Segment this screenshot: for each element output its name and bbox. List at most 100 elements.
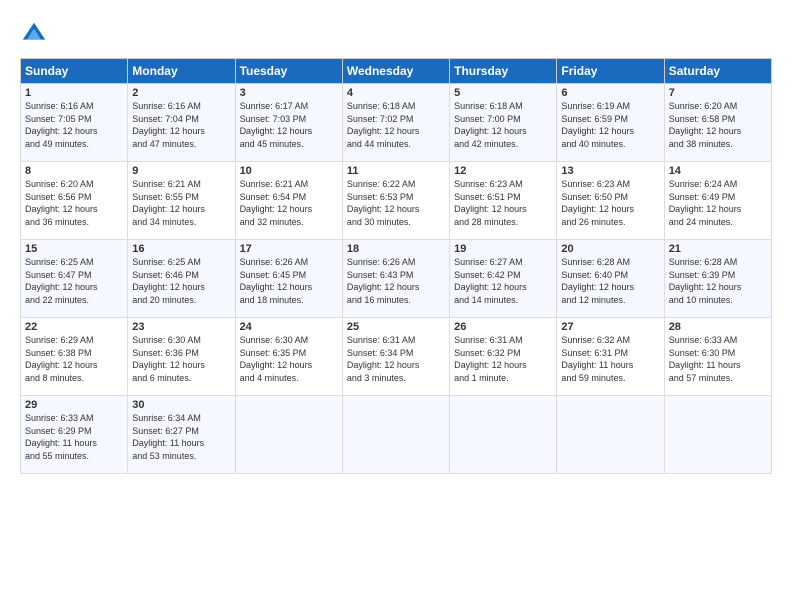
day-number: 4 xyxy=(347,87,445,99)
calendar-cell: 30Sunrise: 6:34 AM Sunset: 6:27 PM Dayli… xyxy=(128,396,235,474)
main-container: SundayMondayTuesdayWednesdayThursdayFrid… xyxy=(0,0,792,484)
day-info: Sunrise: 6:16 AM Sunset: 7:05 PM Dayligh… xyxy=(25,100,123,150)
header-row xyxy=(20,16,772,48)
calendar-cell: 10Sunrise: 6:21 AM Sunset: 6:54 PM Dayli… xyxy=(235,162,342,240)
day-number: 22 xyxy=(25,321,123,333)
day-info: Sunrise: 6:16 AM Sunset: 7:04 PM Dayligh… xyxy=(132,100,230,150)
calendar-cell: 5Sunrise: 6:18 AM Sunset: 7:00 PM Daylig… xyxy=(450,84,557,162)
day-number: 26 xyxy=(454,321,552,333)
day-number: 19 xyxy=(454,243,552,255)
calendar-cell: 25Sunrise: 6:31 AM Sunset: 6:34 PM Dayli… xyxy=(342,318,449,396)
day-header-monday: Monday xyxy=(128,59,235,84)
calendar-cell: 1Sunrise: 6:16 AM Sunset: 7:05 PM Daylig… xyxy=(21,84,128,162)
day-info: Sunrise: 6:28 AM Sunset: 6:40 PM Dayligh… xyxy=(561,256,659,306)
calendar-table: SundayMondayTuesdayWednesdayThursdayFrid… xyxy=(20,58,772,474)
day-header-tuesday: Tuesday xyxy=(235,59,342,84)
day-number: 14 xyxy=(669,165,767,177)
logo-icon xyxy=(20,20,48,48)
day-info: Sunrise: 6:21 AM Sunset: 6:55 PM Dayligh… xyxy=(132,178,230,228)
calendar-cell: 20Sunrise: 6:28 AM Sunset: 6:40 PM Dayli… xyxy=(557,240,664,318)
calendar-cell: 7Sunrise: 6:20 AM Sunset: 6:58 PM Daylig… xyxy=(664,84,771,162)
day-info: Sunrise: 6:24 AM Sunset: 6:49 PM Dayligh… xyxy=(669,178,767,228)
day-info: Sunrise: 6:33 AM Sunset: 6:29 PM Dayligh… xyxy=(25,412,123,462)
calendar-cell: 19Sunrise: 6:27 AM Sunset: 6:42 PM Dayli… xyxy=(450,240,557,318)
day-info: Sunrise: 6:18 AM Sunset: 7:02 PM Dayligh… xyxy=(347,100,445,150)
day-info: Sunrise: 6:20 AM Sunset: 6:56 PM Dayligh… xyxy=(25,178,123,228)
day-info: Sunrise: 6:31 AM Sunset: 6:32 PM Dayligh… xyxy=(454,334,552,384)
day-number: 3 xyxy=(240,87,338,99)
day-number: 13 xyxy=(561,165,659,177)
day-number: 5 xyxy=(454,87,552,99)
day-number: 29 xyxy=(25,399,123,411)
calendar-cell: 18Sunrise: 6:26 AM Sunset: 6:43 PM Dayli… xyxy=(342,240,449,318)
day-number: 11 xyxy=(347,165,445,177)
calendar-cell: 11Sunrise: 6:22 AM Sunset: 6:53 PM Dayli… xyxy=(342,162,449,240)
calendar-header-row: SundayMondayTuesdayWednesdayThursdayFrid… xyxy=(21,59,772,84)
calendar-cell: 24Sunrise: 6:30 AM Sunset: 6:35 PM Dayli… xyxy=(235,318,342,396)
day-number: 24 xyxy=(240,321,338,333)
calendar-cell xyxy=(557,396,664,474)
day-info: Sunrise: 6:31 AM Sunset: 6:34 PM Dayligh… xyxy=(347,334,445,384)
day-info: Sunrise: 6:26 AM Sunset: 6:43 PM Dayligh… xyxy=(347,256,445,306)
day-number: 20 xyxy=(561,243,659,255)
calendar-cell: 17Sunrise: 6:26 AM Sunset: 6:45 PM Dayli… xyxy=(235,240,342,318)
day-header-wednesday: Wednesday xyxy=(342,59,449,84)
day-header-thursday: Thursday xyxy=(450,59,557,84)
calendar-cell: 26Sunrise: 6:31 AM Sunset: 6:32 PM Dayli… xyxy=(450,318,557,396)
calendar-cell: 23Sunrise: 6:30 AM Sunset: 6:36 PM Dayli… xyxy=(128,318,235,396)
day-info: Sunrise: 6:33 AM Sunset: 6:30 PM Dayligh… xyxy=(669,334,767,384)
calendar-cell: 22Sunrise: 6:29 AM Sunset: 6:38 PM Dayli… xyxy=(21,318,128,396)
day-number: 30 xyxy=(132,399,230,411)
day-number: 17 xyxy=(240,243,338,255)
day-info: Sunrise: 6:34 AM Sunset: 6:27 PM Dayligh… xyxy=(132,412,230,462)
calendar-cell: 12Sunrise: 6:23 AM Sunset: 6:51 PM Dayli… xyxy=(450,162,557,240)
day-info: Sunrise: 6:26 AM Sunset: 6:45 PM Dayligh… xyxy=(240,256,338,306)
day-header-friday: Friday xyxy=(557,59,664,84)
logo xyxy=(20,20,52,48)
day-number: 7 xyxy=(669,87,767,99)
calendar-cell: 21Sunrise: 6:28 AM Sunset: 6:39 PM Dayli… xyxy=(664,240,771,318)
calendar-cell: 27Sunrise: 6:32 AM Sunset: 6:31 PM Dayli… xyxy=(557,318,664,396)
calendar-cell xyxy=(664,396,771,474)
day-number: 8 xyxy=(25,165,123,177)
day-info: Sunrise: 6:29 AM Sunset: 6:38 PM Dayligh… xyxy=(25,334,123,384)
day-info: Sunrise: 6:22 AM Sunset: 6:53 PM Dayligh… xyxy=(347,178,445,228)
calendar-cell xyxy=(450,396,557,474)
day-number: 6 xyxy=(561,87,659,99)
day-number: 10 xyxy=(240,165,338,177)
day-number: 27 xyxy=(561,321,659,333)
calendar-cell xyxy=(235,396,342,474)
calendar-cell: 29Sunrise: 6:33 AM Sunset: 6:29 PM Dayli… xyxy=(21,396,128,474)
calendar-cell: 3Sunrise: 6:17 AM Sunset: 7:03 PM Daylig… xyxy=(235,84,342,162)
calendar-cell xyxy=(342,396,449,474)
calendar-cell: 9Sunrise: 6:21 AM Sunset: 6:55 PM Daylig… xyxy=(128,162,235,240)
day-number: 12 xyxy=(454,165,552,177)
day-info: Sunrise: 6:21 AM Sunset: 6:54 PM Dayligh… xyxy=(240,178,338,228)
calendar-week-row: 15Sunrise: 6:25 AM Sunset: 6:47 PM Dayli… xyxy=(21,240,772,318)
day-info: Sunrise: 6:30 AM Sunset: 6:35 PM Dayligh… xyxy=(240,334,338,384)
day-number: 23 xyxy=(132,321,230,333)
day-info: Sunrise: 6:32 AM Sunset: 6:31 PM Dayligh… xyxy=(561,334,659,384)
calendar-cell: 16Sunrise: 6:25 AM Sunset: 6:46 PM Dayli… xyxy=(128,240,235,318)
day-info: Sunrise: 6:30 AM Sunset: 6:36 PM Dayligh… xyxy=(132,334,230,384)
calendar-cell: 2Sunrise: 6:16 AM Sunset: 7:04 PM Daylig… xyxy=(128,84,235,162)
calendar-cell: 28Sunrise: 6:33 AM Sunset: 6:30 PM Dayli… xyxy=(664,318,771,396)
day-info: Sunrise: 6:28 AM Sunset: 6:39 PM Dayligh… xyxy=(669,256,767,306)
calendar-week-row: 8Sunrise: 6:20 AM Sunset: 6:56 PM Daylig… xyxy=(21,162,772,240)
day-info: Sunrise: 6:18 AM Sunset: 7:00 PM Dayligh… xyxy=(454,100,552,150)
calendar-cell: 14Sunrise: 6:24 AM Sunset: 6:49 PM Dayli… xyxy=(664,162,771,240)
day-header-saturday: Saturday xyxy=(664,59,771,84)
day-number: 21 xyxy=(669,243,767,255)
day-info: Sunrise: 6:25 AM Sunset: 6:46 PM Dayligh… xyxy=(132,256,230,306)
day-number: 1 xyxy=(25,87,123,99)
calendar-cell: 8Sunrise: 6:20 AM Sunset: 6:56 PM Daylig… xyxy=(21,162,128,240)
day-info: Sunrise: 6:19 AM Sunset: 6:59 PM Dayligh… xyxy=(561,100,659,150)
calendar-cell: 13Sunrise: 6:23 AM Sunset: 6:50 PM Dayli… xyxy=(557,162,664,240)
day-info: Sunrise: 6:20 AM Sunset: 6:58 PM Dayligh… xyxy=(669,100,767,150)
day-number: 28 xyxy=(669,321,767,333)
day-number: 16 xyxy=(132,243,230,255)
day-number: 15 xyxy=(25,243,123,255)
day-info: Sunrise: 6:23 AM Sunset: 6:51 PM Dayligh… xyxy=(454,178,552,228)
calendar-week-row: 29Sunrise: 6:33 AM Sunset: 6:29 PM Dayli… xyxy=(21,396,772,474)
day-info: Sunrise: 6:25 AM Sunset: 6:47 PM Dayligh… xyxy=(25,256,123,306)
